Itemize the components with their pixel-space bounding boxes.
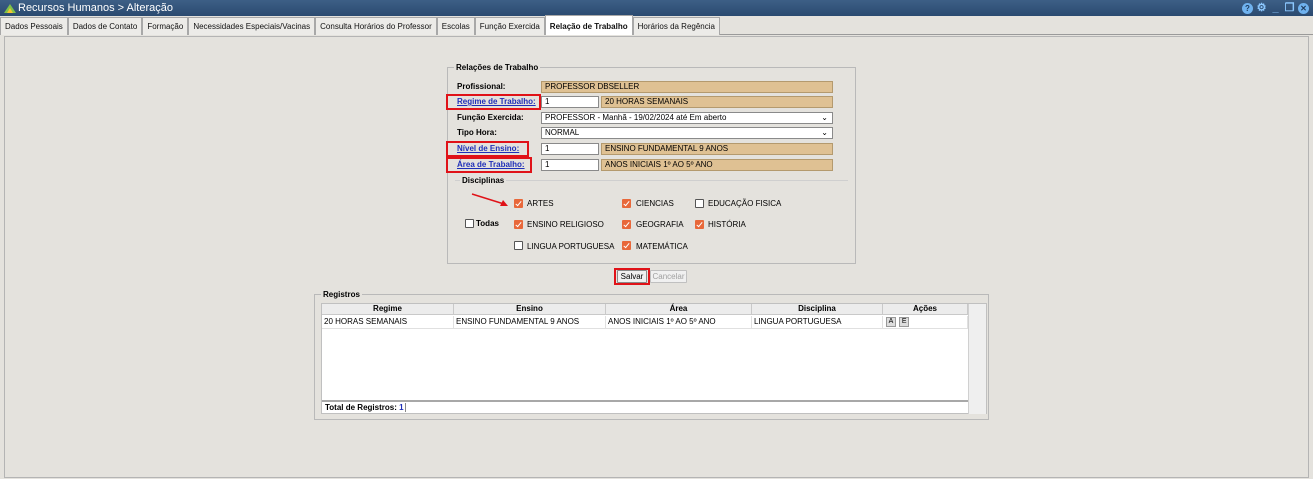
disciplina-lingua-portuguesa-checkbox[interactable]	[514, 241, 523, 250]
grid-scrollbar[interactable]	[968, 304, 986, 414]
tab-formacao[interactable]: Formação	[142, 17, 189, 35]
tab-relacao-trabalho[interactable]: Relação de Trabalho	[544, 15, 633, 35]
todas-label: Todas	[476, 219, 499, 228]
registros-grid: Regime Ensino Área Disciplina Ações 20 H…	[321, 303, 987, 414]
disciplina-artes-label: ARTES	[527, 199, 554, 208]
tab-dados-pessoais[interactable]: Dados Pessoais	[0, 17, 68, 35]
tipo-hora-label: Tipo Hora:	[457, 128, 497, 137]
profissional-value: PROFESSOR DBSELLER	[541, 81, 833, 93]
cell-ensino: ENSINO FUNDAMENTAL 9 ANOS	[454, 316, 606, 329]
registros-legend: Registros	[323, 290, 360, 299]
tab-escolas[interactable]: Escolas	[436, 17, 475, 35]
restore-icon[interactable]: ❐	[1284, 2, 1295, 14]
tab-horarios-regencia[interactable]: Horários da Regência	[632, 17, 720, 35]
col-header-area[interactable]: Área	[606, 304, 752, 315]
cell-acoes: A E	[883, 316, 968, 329]
funcao-exercida-selected: PROFESSOR - Manhã - 19/02/2024 até Em ab…	[545, 113, 727, 122]
disciplina-lingua-portuguesa-label: LINGUA PORTUGUESA	[527, 242, 615, 251]
disciplina-geografia-checkbox[interactable]	[622, 220, 631, 229]
area-trabalho-link[interactable]: Área de Trabalho:	[457, 159, 525, 171]
grid-footer: Total de Registros: 1	[322, 400, 968, 414]
disciplina-educacao-fisica-checkbox[interactable]	[695, 199, 704, 208]
chevron-down-icon: ⌄	[821, 128, 828, 137]
disciplina-artes-checkbox[interactable]	[514, 199, 523, 208]
tipo-hora-select[interactable]: NORMAL ⌄	[541, 127, 833, 139]
chevron-down-icon: ⌄	[821, 113, 828, 122]
settings-icon[interactable]: ⚙	[1256, 2, 1267, 14]
funcao-exercida-select[interactable]: PROFESSOR - Manhã - 19/02/2024 até Em ab…	[541, 112, 833, 124]
disciplina-ciencias-checkbox[interactable]	[622, 199, 631, 208]
tab-funcao-exercida[interactable]: Função Exercida	[474, 17, 545, 35]
disciplina-educacao-fisica-label: EDUCAÇÃO FISICA	[708, 199, 782, 208]
cell-regime: 20 HORAS SEMANAIS	[322, 316, 454, 329]
annotation-arrow-icon	[471, 193, 508, 206]
area-value: ANOS INICIAIS 1º AO 5º ANO	[601, 159, 833, 171]
nivel-ensino-link[interactable]: Nível de Ensino:	[457, 143, 519, 155]
disciplina-matematica-checkbox[interactable]	[622, 241, 631, 250]
disciplina-ensino-religioso-label: ENSINO RELIGIOSO	[527, 220, 604, 229]
close-icon[interactable]: ✕	[1298, 2, 1309, 14]
area-code-input[interactable]: 1	[541, 159, 599, 171]
app-logo-icon	[4, 4, 16, 13]
col-header-regime[interactable]: Regime	[322, 304, 454, 315]
window-title: Recursos Humanos > Alteração	[18, 2, 173, 14]
minimize-icon[interactable]: _	[1270, 2, 1281, 14]
regime-trabalho-link[interactable]: Regime de Trabalho:	[457, 96, 536, 108]
excluir-button[interactable]: E	[899, 317, 910, 327]
nivel-value: ENSINO FUNDAMENTAL 9 ANOS	[601, 143, 833, 155]
tab-necessidades-especiais[interactable]: Necessidades Especiais/Vacinas	[188, 17, 316, 35]
disciplinas-legend: Disciplinas	[460, 176, 507, 185]
relacoes-trabalho-legend: Relações de Trabalho	[456, 63, 539, 72]
nivel-code-input[interactable]: 1	[541, 143, 599, 155]
cell-area: ANOS INICIAIS 1º AO 5º ANO	[606, 316, 752, 329]
todas-checkbox[interactable]	[465, 219, 474, 228]
disciplinas-divider	[455, 180, 848, 181]
tab-dados-contato[interactable]: Dados de Contato	[67, 17, 143, 35]
col-header-ensino[interactable]: Ensino	[454, 304, 606, 315]
window-titlebar: Recursos Humanos > Alteração ? ⚙ _ ❐ ✕	[0, 0, 1313, 16]
help-icon[interactable]: ?	[1242, 2, 1253, 14]
regime-value: 20 HORAS SEMANAIS	[601, 96, 833, 108]
grid-header: Regime Ensino Área Disciplina Ações	[322, 304, 968, 315]
disciplina-ciencias-label: CIENCIAS	[636, 199, 674, 208]
funcao-exercida-label: Função Exercida:	[457, 113, 524, 122]
cancelar-button[interactable]: Cancelar	[650, 270, 687, 283]
disciplina-historia-label: HISTÓRIA	[708, 220, 746, 229]
profissional-label: Profissional:	[457, 82, 506, 91]
alterar-button[interactable]: A	[886, 317, 896, 327]
regime-code-input[interactable]: 1	[541, 96, 599, 108]
disciplina-matematica-label: MATEMÁTICA	[636, 242, 688, 251]
disciplina-geografia-label: GEOGRAFIA	[636, 220, 684, 229]
col-header-disciplina[interactable]: Disciplina	[752, 304, 883, 315]
cell-disciplina: LINGUA PORTUGUESA	[752, 316, 883, 329]
table-row[interactable]: 20 HORAS SEMANAIS ENSINO FUNDAMENTAL 9 A…	[322, 316, 968, 329]
tab-bar: Dados Pessoais Dados de Contato Formação…	[0, 15, 1313, 35]
tipo-hora-selected: NORMAL	[545, 128, 580, 137]
disciplina-ensino-religioso-checkbox[interactable]	[514, 220, 523, 229]
total-registros-label: Total de Registros:	[325, 403, 397, 412]
disciplina-historia-checkbox[interactable]	[695, 220, 704, 229]
tab-consulta-horarios[interactable]: Consulta Horários do Professor	[315, 17, 437, 35]
col-header-acoes: Ações	[883, 304, 968, 315]
salvar-button[interactable]: Salvar	[617, 270, 647, 283]
total-registros-value: 1	[399, 403, 406, 412]
